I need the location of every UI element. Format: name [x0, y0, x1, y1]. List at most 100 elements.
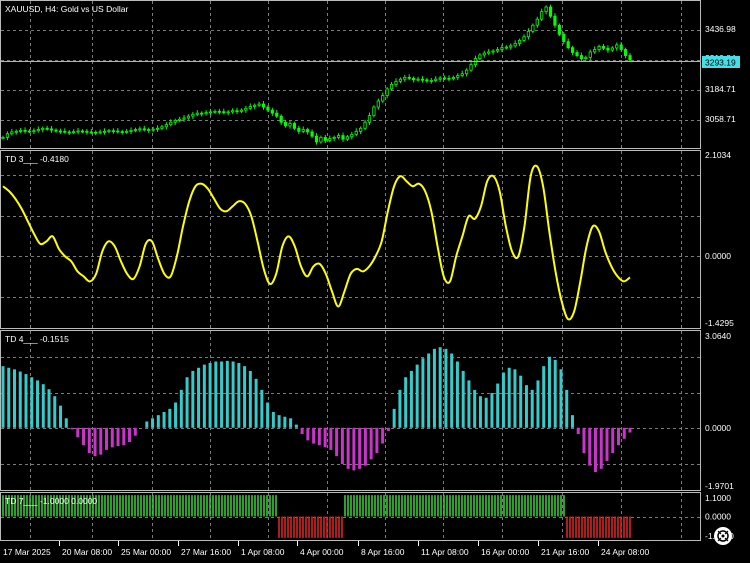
candle-body	[98, 131, 102, 134]
candle-body	[588, 51, 592, 58]
candle-body	[261, 103, 266, 108]
price-axis[interactable]: 3436.98 3310.84 3184.71 3058.71	[705, 24, 736, 124]
candle-body	[341, 135, 345, 140]
td4-histogram-series	[1, 347, 632, 472]
candle-body	[164, 124, 168, 128]
candle-body	[155, 127, 160, 130]
candle-body	[292, 123, 297, 129]
candle-body	[606, 47, 610, 51]
candle-body	[531, 24, 535, 32]
candle-body	[248, 106, 252, 109]
td7-axis-tick: 0.0000	[705, 512, 731, 522]
td4-axis[interactable]: 3.0640 0.0000 -1.9701	[705, 331, 734, 491]
candle-body	[36, 129, 40, 132]
td4-axis-tick: -1.9701	[705, 481, 734, 491]
time-axis-label: 27 Mar 16:00	[181, 547, 231, 557]
candle-body	[420, 78, 425, 81]
candle-body	[584, 56, 588, 59]
candle-body	[478, 54, 482, 59]
candle-body	[623, 49, 628, 56]
candle-body	[195, 112, 199, 115]
candle-body	[297, 127, 301, 132]
candle-body	[186, 115, 191, 119]
time-axis-label: 11 Apr 08:00	[421, 547, 469, 557]
trading-terminal: XAUUSD, H4: Gold vs US Dollar TD 3___ -0…	[0, 0, 750, 563]
candle-body	[465, 69, 469, 75]
candle-body	[323, 136, 327, 141]
candle-body	[526, 30, 531, 38]
main-pane-frame	[0, 0, 701, 149]
time-axis-label: 1 Apr 08:00	[241, 547, 285, 557]
main-pane-title: XAUUSD, H4: Gold vs US Dollar	[5, 4, 128, 14]
candle-body	[244, 107, 248, 111]
candle-body	[151, 128, 155, 131]
candle-body	[275, 112, 279, 117]
current-price-value: 3293.19	[705, 58, 736, 68]
candle-body	[442, 77, 447, 80]
candle-body	[601, 46, 606, 49]
candle-body	[222, 111, 226, 114]
candle-body	[120, 131, 124, 134]
td4-axis-tick: 3.0640	[705, 331, 731, 341]
candle-body	[438, 77, 442, 80]
td3-line	[2, 164, 631, 321]
candle-body	[226, 111, 230, 114]
candle-body	[142, 128, 146, 131]
candle-body	[367, 115, 372, 123]
candle-body	[535, 18, 539, 26]
candle-body	[487, 51, 491, 54]
candle-body	[67, 131, 71, 134]
candle-body	[398, 78, 402, 82]
time-axis-label: 21 Apr 16:00	[541, 547, 589, 557]
candle-body	[133, 129, 138, 131]
td3-axis[interactable]: 2.1034 0.0000 -1.4295	[705, 150, 734, 328]
candle-body	[301, 129, 305, 132]
time-axis-label: 20 Mar 08:00	[62, 547, 112, 557]
candle-body	[235, 110, 239, 113]
candle-body	[306, 129, 310, 133]
candle-body	[548, 6, 553, 17]
time-axis-label: 25 Mar 00:00	[121, 547, 171, 557]
chart-canvas[interactable]: XAUUSD, H4: Gold vs US Dollar TD 3___ -0…	[0, 0, 750, 563]
candle-body	[434, 78, 438, 81]
time-axis-label: 16 Apr 00:00	[481, 547, 529, 557]
candle-body	[562, 33, 566, 43]
td3-axis-tick: 2.1034	[705, 150, 731, 160]
td3-axis-tick: -1.4295	[705, 318, 734, 328]
candle-body	[54, 129, 58, 132]
candle-body	[279, 115, 283, 123]
candle-body	[283, 121, 288, 127]
price-tick: 3436.98	[705, 24, 736, 34]
autoscroll-icon[interactable]	[714, 527, 732, 545]
candle-body	[425, 79, 429, 82]
time-axis[interactable]: 17 Mar 2025 20 Mar 08:00 25 Mar 00:00 27 Ma…	[3, 541, 649, 557]
candle-body	[173, 120, 177, 123]
candle-body	[14, 130, 18, 133]
candle-body	[482, 52, 486, 56]
candle-body	[575, 52, 579, 56]
candle-body	[217, 110, 221, 113]
candle-body	[394, 80, 398, 85]
candle-body	[544, 6, 548, 13]
candle-body	[319, 136, 323, 143]
candle-body	[314, 135, 319, 143]
td4-axis-tick: 0.0000	[705, 423, 731, 433]
candle-body	[513, 43, 517, 47]
time-axis-label: 17 Mar 2025	[3, 547, 51, 557]
candle-body	[107, 130, 111, 133]
candle-body	[579, 55, 584, 59]
candle-body	[63, 130, 67, 133]
candle-body	[138, 128, 142, 131]
candle-body	[610, 47, 614, 51]
candle-body	[80, 130, 85, 133]
candle-body	[566, 41, 570, 49]
candle-body	[129, 130, 133, 132]
candle-body	[89, 131, 93, 134]
td7-axis-tick: 1.1000	[705, 493, 731, 503]
candle-body	[593, 49, 597, 53]
candle-body	[354, 130, 358, 135]
candle-body	[204, 112, 208, 115]
candle-body	[350, 133, 354, 138]
candle-body	[376, 100, 380, 108]
td3-axis-tick: 0.0000	[705, 251, 731, 261]
